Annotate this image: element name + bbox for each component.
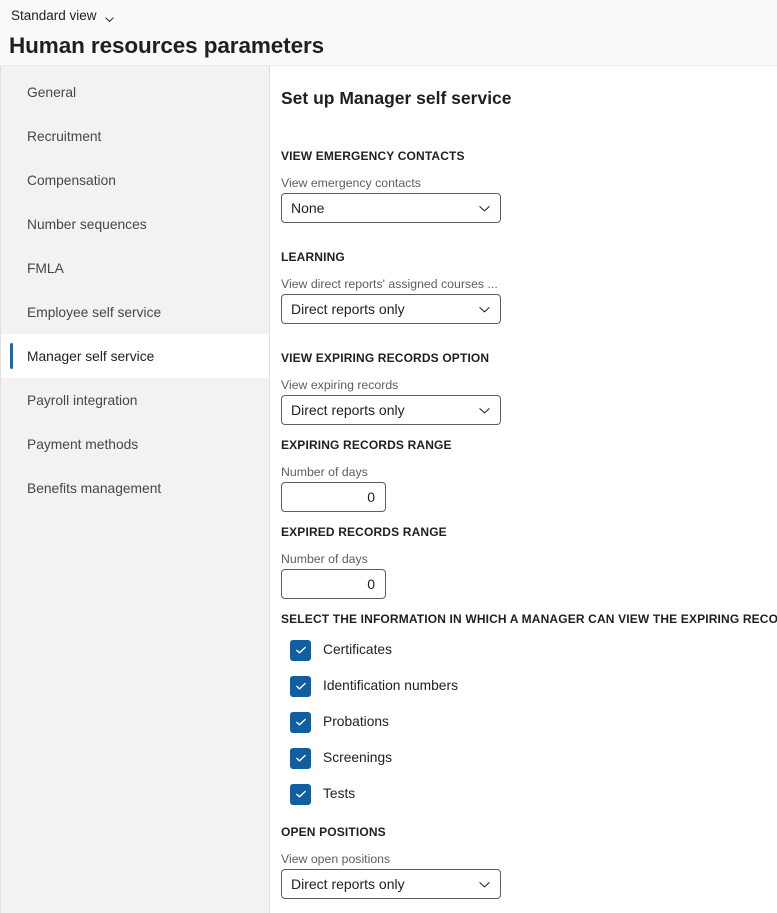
sidebar-item-fmla[interactable]: FMLA xyxy=(1,246,269,290)
content-title: Set up Manager self service xyxy=(281,86,777,110)
checkbox-checked-icon[interactable] xyxy=(290,748,311,769)
chevron-down-icon xyxy=(478,878,491,891)
sidebar-item-label: Benefits management xyxy=(27,481,161,496)
select-value: Direct reports only xyxy=(291,401,405,419)
input-expiring-number-of-days[interactable]: 0 xyxy=(281,482,386,512)
sidebar-navigation: General Recruitment Compensation Number seq… xyxy=(0,66,270,913)
checkbox-checked-icon[interactable] xyxy=(290,784,311,805)
select-value: Direct reports only xyxy=(291,300,405,318)
input-expired-number-of-days[interactable]: 0 xyxy=(281,569,386,599)
select-value: None xyxy=(291,199,324,217)
sidebar-item-benefits-management[interactable]: Benefits management xyxy=(1,466,269,510)
checkbox-row[interactable]: Probations xyxy=(281,704,777,740)
label-view-direct-reports-courses: View direct reports' assigned courses ..… xyxy=(281,276,777,292)
sidebar-item-label: FMLA xyxy=(27,261,64,276)
chevron-down-icon xyxy=(478,404,491,417)
section-heading-view-expiring-records-option: VIEW EXPIRING RECORDS OPTION xyxy=(281,350,777,366)
sidebar-item-general[interactable]: General xyxy=(1,70,269,114)
checkbox-row[interactable]: Screenings xyxy=(281,740,777,776)
input-value: 0 xyxy=(367,489,375,505)
sidebar-item-label: Number sequences xyxy=(27,217,147,232)
sidebar-item-manager-self-service[interactable]: Manager self service xyxy=(1,334,269,378)
checkbox-label: Probations xyxy=(323,713,389,731)
select-view-direct-reports-courses[interactable]: Direct reports only xyxy=(281,294,501,324)
select-view-expiring-records[interactable]: Direct reports only xyxy=(281,395,501,425)
select-view-open-positions[interactable]: Direct reports only xyxy=(281,869,501,899)
label-expired-number-of-days: Number of days xyxy=(281,551,777,567)
section-heading-view-emergency-contacts: VIEW EMERGENCY CONTACTS xyxy=(281,148,777,164)
select-view-emergency-contacts[interactable]: None xyxy=(281,193,501,223)
app-window: Standard view Human resources parameters… xyxy=(0,0,777,913)
sidebar-item-label: Compensation xyxy=(27,173,116,188)
page-header: Standard view Human resources parameters xyxy=(0,0,777,66)
checkbox-row[interactable]: Identification numbers xyxy=(281,668,777,704)
section-heading-learning: LEARNING xyxy=(281,249,777,265)
checkbox-row[interactable]: Certificates xyxy=(281,632,777,668)
view-selector[interactable]: Standard view xyxy=(9,6,117,26)
section-heading-open-positions: OPEN POSITIONS xyxy=(281,824,777,840)
sidebar-item-label: Payment methods xyxy=(27,437,138,452)
label-view-emergency-contacts: View emergency contacts xyxy=(281,175,777,191)
sidebar-item-recruitment[interactable]: Recruitment xyxy=(1,114,269,158)
section-heading-expiring-records-range: EXPIRING RECORDS RANGE xyxy=(281,437,777,453)
sidebar-item-employee-self-service[interactable]: Employee self service xyxy=(1,290,269,334)
sidebar-item-label: General xyxy=(27,85,76,100)
checkbox-row[interactable]: Tests xyxy=(281,776,777,812)
input-value: 0 xyxy=(367,576,375,592)
checkbox-checked-icon[interactable] xyxy=(290,640,311,661)
select-value: Direct reports only xyxy=(291,875,405,893)
sidebar-item-compensation[interactable]: Compensation xyxy=(1,158,269,202)
sidebar-item-label: Recruitment xyxy=(27,129,101,144)
page-title: Human resources parameters xyxy=(9,32,777,60)
sidebar-item-label: Employee self service xyxy=(27,305,161,320)
section-heading-expiring-records-info: SELECT THE INFORMATION IN WHICH A MANAGE… xyxy=(281,611,777,627)
sidebar-item-payment-methods[interactable]: Payment methods xyxy=(1,422,269,466)
checkbox-label: Certificates xyxy=(323,641,392,659)
checkbox-checked-icon[interactable] xyxy=(290,676,311,697)
sidebar-item-label: Payroll integration xyxy=(27,393,137,408)
sidebar-item-number-sequences[interactable]: Number sequences xyxy=(1,202,269,246)
chevron-down-icon xyxy=(104,12,115,23)
chevron-down-icon xyxy=(478,202,491,215)
section-heading-expired-records-range: EXPIRED RECORDS RANGE xyxy=(281,524,777,540)
view-selector-label: Standard view xyxy=(11,7,97,25)
checkbox-label: Identification numbers xyxy=(323,677,458,695)
checkbox-label: Tests xyxy=(323,785,355,803)
page-body: General Recruitment Compensation Number seq… xyxy=(0,66,777,913)
checkbox-checked-icon[interactable] xyxy=(290,712,311,733)
chevron-down-icon xyxy=(478,303,491,316)
sidebar-item-label: Manager self service xyxy=(27,349,154,364)
label-view-open-positions: View open positions xyxy=(281,851,777,867)
label-expiring-number-of-days: Number of days xyxy=(281,464,777,480)
sidebar-item-payroll-integration[interactable]: Payroll integration xyxy=(1,378,269,422)
checkbox-group-expiring-records-info: Certificates Identification numbers Probat… xyxy=(281,632,777,812)
content-pane: Set up Manager self service VIEW EMERGEN… xyxy=(270,66,777,913)
checkbox-label: Screenings xyxy=(323,749,392,767)
label-view-expiring-records: View expiring records xyxy=(281,377,777,393)
